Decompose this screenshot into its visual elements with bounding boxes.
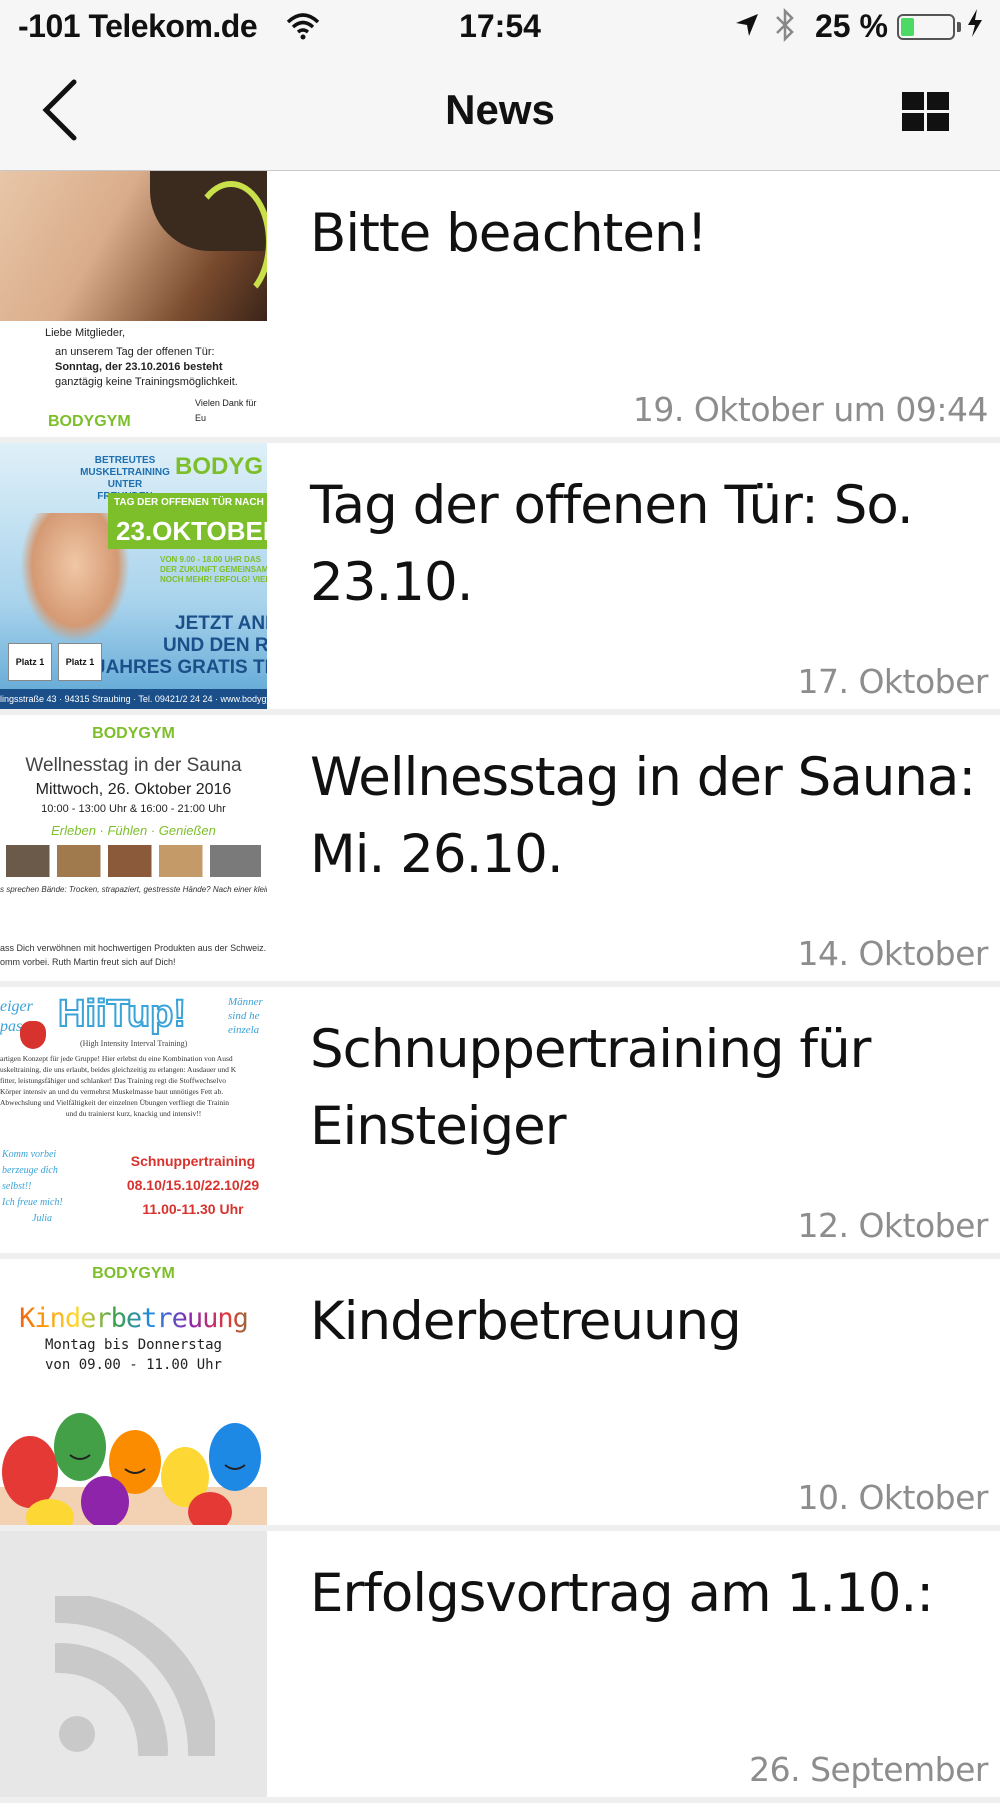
news-thumbnail: Liebe Mitglieder, an unserem Tag der off…: [0, 171, 267, 437]
thumb-text: von 09.00 - 11.00 Uhr: [44, 1357, 222, 1373]
battery-cap: [957, 22, 961, 32]
rss-icon: [55, 1596, 215, 1756]
news-title: Tag der offenen Tür: So. 23.10.: [310, 475, 914, 613]
thumb-text: ganztägig keine Trainingsmöglichkeit.: [55, 376, 238, 388]
thumb-big-date: 23.OKTOBER 2: [108, 513, 267, 549]
painted-hands-illustration: [0, 1413, 267, 1525]
thumb-text: Körper intensiv an und du vermehrst Musk…: [0, 1087, 224, 1096]
news-item[interactable]: BODYGYM Kinderbetreuung Montag bis Donne…: [0, 1259, 1000, 1525]
thumb-text: an unserem Tag der offenen Tür:: [55, 346, 215, 358]
thumb-text: Komm vorbei: [2, 1149, 57, 1160]
news-title: Wellnesstag in der Sauna: Mi. 26.10.: [310, 747, 976, 885]
thumb-text: NOCH MEHR! ERFOLG! VIELFALT!: [160, 575, 267, 584]
brand-logo: BODYGYM: [92, 725, 175, 742]
news-date: 26. September: [749, 1750, 988, 1789]
page-title: News: [445, 86, 555, 133]
thumb-text: 08.10/15.10/22.10/29: [126, 1177, 260, 1193]
award-badge: Platz 1: [58, 643, 102, 681]
news-thumbnail: BODYGYM Wellnesstag in der Sauna Mittwoc…: [0, 715, 267, 981]
thumb-text: Ich freue mich!: [2, 1197, 63, 1208]
location-arrow-icon: [734, 12, 760, 43]
thumb-text: VON 9.00 - 18.00 UHR DAS: [160, 555, 261, 564]
news-thumbnail: BODYGYM Kinderbetreuung Montag bis Donne…: [0, 1259, 267, 1525]
thumb-text: Mittwoch, 26. Oktober 2016: [35, 781, 232, 798]
thumb-text: (High Intensity Interval Training): [80, 1039, 188, 1048]
news-item[interactable]: Erfolgsvortrag am 1.10.: 26. September: [0, 1531, 1000, 1797]
news-item[interactable]: BODYGYM Wellnesstag in der Sauna Mittwoc…: [0, 715, 1000, 981]
news-date: 14. Oktober: [797, 934, 988, 973]
news-item[interactable]: Liebe Mitglieder, an unserem Tag der off…: [0, 171, 1000, 437]
news-date: 12. Oktober: [797, 1206, 988, 1245]
navigation-bar: News: [0, 56, 1000, 171]
thumb-heading: Kinderbetreuung: [0, 1303, 267, 1334]
hiitup-logo: HiiTup!: [57, 992, 187, 1036]
thumb-text: Abwechslung und Vielfältigkeit der einze…: [0, 1098, 229, 1107]
news-title: Bitte beachten!: [310, 203, 708, 264]
status-bar: -101 Telekom.de 17:54 25 %: [0, 0, 1000, 56]
thumb-text: Julia: [32, 1213, 52, 1224]
thumb-text: und du trainierst kurz, knackig und inte…: [65, 1109, 202, 1118]
thumb-text: ass Dich verwöhnen mit hochwertigen Prod…: [0, 943, 267, 953]
thumb-banner: TAG DER OFFENEN TÜR NACH RENO: [108, 493, 267, 513]
news-date: 17. Oktober: [797, 662, 988, 701]
news-title: Schnuppertraining für Einsteiger: [310, 1019, 871, 1157]
thumb-cta: JAHRES GRATIS TRAIN: [95, 657, 267, 678]
battery-icon: [897, 14, 955, 40]
news-item[interactable]: HiiTup! Männer sind he einzela eiger pas…: [0, 987, 1000, 1253]
thumb-text: omm vorbei. Ruth Martin freut sich auf D…: [0, 957, 176, 967]
grid-view-button[interactable]: [902, 92, 950, 132]
thumb-text: Vielen Dank für Eu: [195, 398, 257, 423]
news-thumbnail: [0, 1531, 267, 1797]
thumb-cta: UND DEN RES: [163, 635, 267, 656]
news-item[interactable]: BETREUTES MUSKELTRAINING UNTER FREUNDEN …: [0, 443, 1000, 709]
thumb-text: artigen Konzept für jede Gruppe! Hier er…: [0, 1054, 233, 1063]
thumb-cta: JETZT ANM: [175, 613, 267, 634]
thumb-text: Erleben · Fühlen · Genießen: [51, 823, 216, 838]
thumb-text: 10:00 - 13:00 Uhr & 16:00 - 21:00 Uhr: [41, 803, 226, 815]
thumb-text: s sprechen Bände: Trocken, strapaziert, …: [0, 885, 267, 894]
sauna-photos: [6, 845, 261, 877]
brand-logo: BODYGYM: [92, 1265, 175, 1282]
thumb-text: Schnuppertraining: [130, 1153, 256, 1169]
news-thumbnail: BETREUTES MUSKELTRAINING UNTER FREUNDEN …: [0, 443, 267, 709]
thumb-heading: Wellnesstag in der Sauna: [25, 755, 242, 776]
brand-logo: BODYG: [175, 453, 264, 480]
news-title: Kinderbetreuung: [310, 1291, 742, 1352]
brand-logo: BODYGYM: [48, 413, 131, 430]
thumb-text: Montag bis Donnerstag: [44, 1337, 222, 1353]
thumb-text: berzeuge dich selbst!!: [2, 1165, 58, 1192]
thumb-text: Sonntag, der 23.10.2016 besteht: [55, 361, 223, 373]
thumb-text: Männer sind he einzela: [228, 996, 263, 1036]
news-date: 10. Oktober: [797, 1478, 988, 1517]
thumb-text: fitter, leistungsfähiger und schlanker! …: [0, 1076, 226, 1085]
thumb-text: Liebe Mitglieder,: [45, 327, 126, 339]
thumb-text: 11.00-11.30 Uhr: [142, 1201, 244, 1217]
news-thumbnail: HiiTup! Männer sind he einzela eiger pas…: [0, 987, 267, 1253]
hand-icon: [20, 1021, 46, 1049]
news-title: Erfolgsvortrag am 1.10.:: [310, 1563, 934, 1624]
battery-percent: 25 %: [815, 8, 888, 44]
charging-bolt-icon: [966, 8, 984, 46]
thumb-footer: lingsstraße 43 · 94315 Straubing · Tel. …: [0, 689, 267, 709]
thumb-text: DER ZUKUNFT GEMEINSAM: [160, 565, 267, 574]
news-list: Liebe Mitglieder, an unserem Tag der off…: [0, 171, 1000, 1803]
news-date: 19. Oktober um 09:44: [632, 390, 989, 429]
award-badge: Platz 1: [8, 643, 52, 681]
thumb-text: uskeltraining, die uns erlaubt, beides g…: [0, 1065, 237, 1074]
bluetooth-icon: [774, 7, 796, 50]
